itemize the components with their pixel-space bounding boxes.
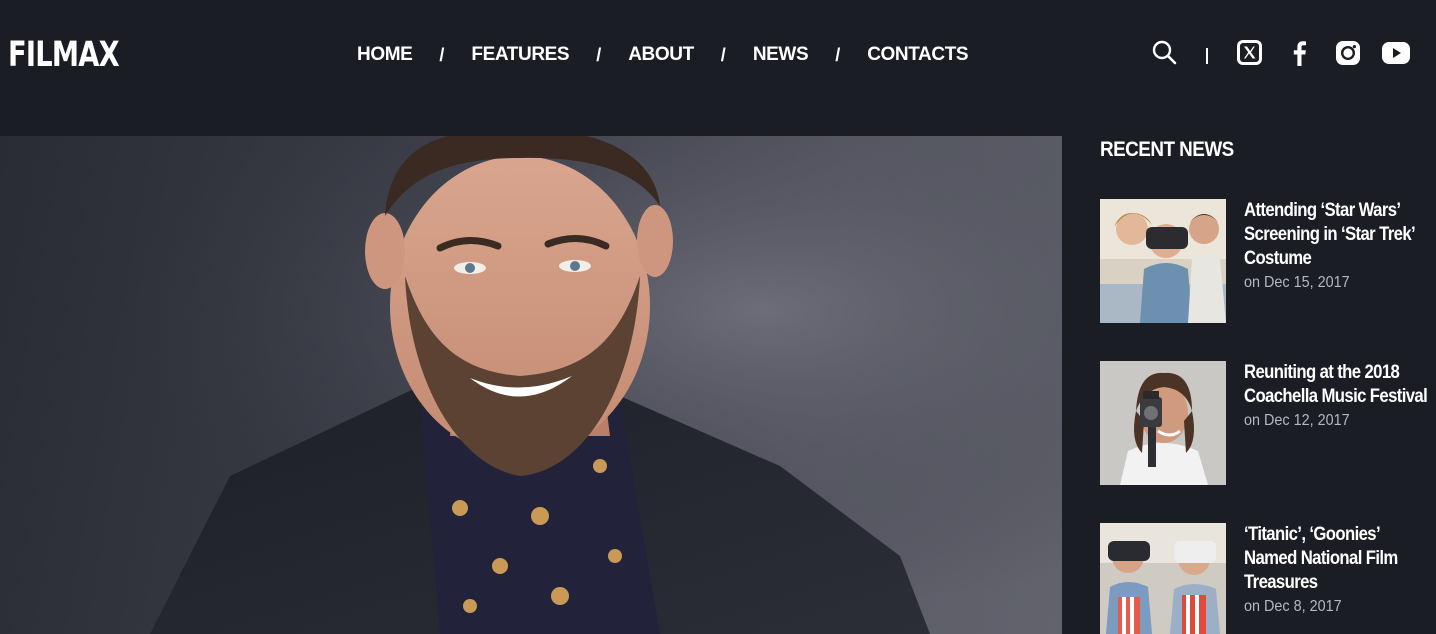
x-twitter-icon[interactable] (1236, 39, 1263, 66)
news-date: on Dec 15, 2017 (1244, 274, 1350, 291)
news-thumbnail-image (1100, 361, 1226, 485)
youtube-icon[interactable] (1381, 40, 1411, 66)
facebook-icon[interactable] (1288, 39, 1310, 67)
news-item: ‘Titanic’, ‘Goonies’ Named National Film… (1100, 523, 1436, 634)
news-title[interactable]: Attending ‘Star Wars’ Screening in ‘Star… (1244, 199, 1433, 271)
news-thumbnail[interactable] (1100, 523, 1226, 634)
hero-image (0, 136, 1062, 634)
news-title[interactable]: ‘Titanic’, ‘Goonies’ Named National Film… (1244, 523, 1433, 595)
news-title[interactable]: Reuniting at the 2018 Coachella Music Fe… (1244, 361, 1433, 409)
news-date: on Dec 12, 2017 (1244, 412, 1350, 429)
news-thumbnail[interactable] (1100, 199, 1226, 323)
header-divider (1206, 48, 1208, 64)
header-icons (0, 38, 1436, 72)
hero-portrait-illustration (0, 136, 1062, 634)
news-text: ‘Titanic’, ‘Goonies’ Named National Film… (1244, 523, 1436, 618)
news-item: Reuniting at the 2018 Coachella Music Fe… (1100, 361, 1436, 485)
news-item: Attending ‘Star Wars’ Screening in ‘Star… (1100, 199, 1436, 323)
news-thumbnail-image (1100, 199, 1226, 323)
news-thumbnail-image (1100, 523, 1226, 634)
news-date: on Dec 8, 2017 (1244, 598, 1342, 615)
instagram-icon[interactable] (1334, 39, 1362, 67)
news-text: Reuniting at the 2018 Coachella Music Fe… (1244, 361, 1436, 432)
news-thumbnail[interactable] (1100, 361, 1226, 485)
recent-news-heading: RECENT NEWS (1100, 138, 1234, 161)
news-text: Attending ‘Star Wars’ Screening in ‘Star… (1244, 199, 1436, 294)
page: FILMAX HOME / FEATURES / ABOUT / NEWS / … (0, 0, 1436, 634)
search-icon[interactable] (1150, 38, 1178, 66)
